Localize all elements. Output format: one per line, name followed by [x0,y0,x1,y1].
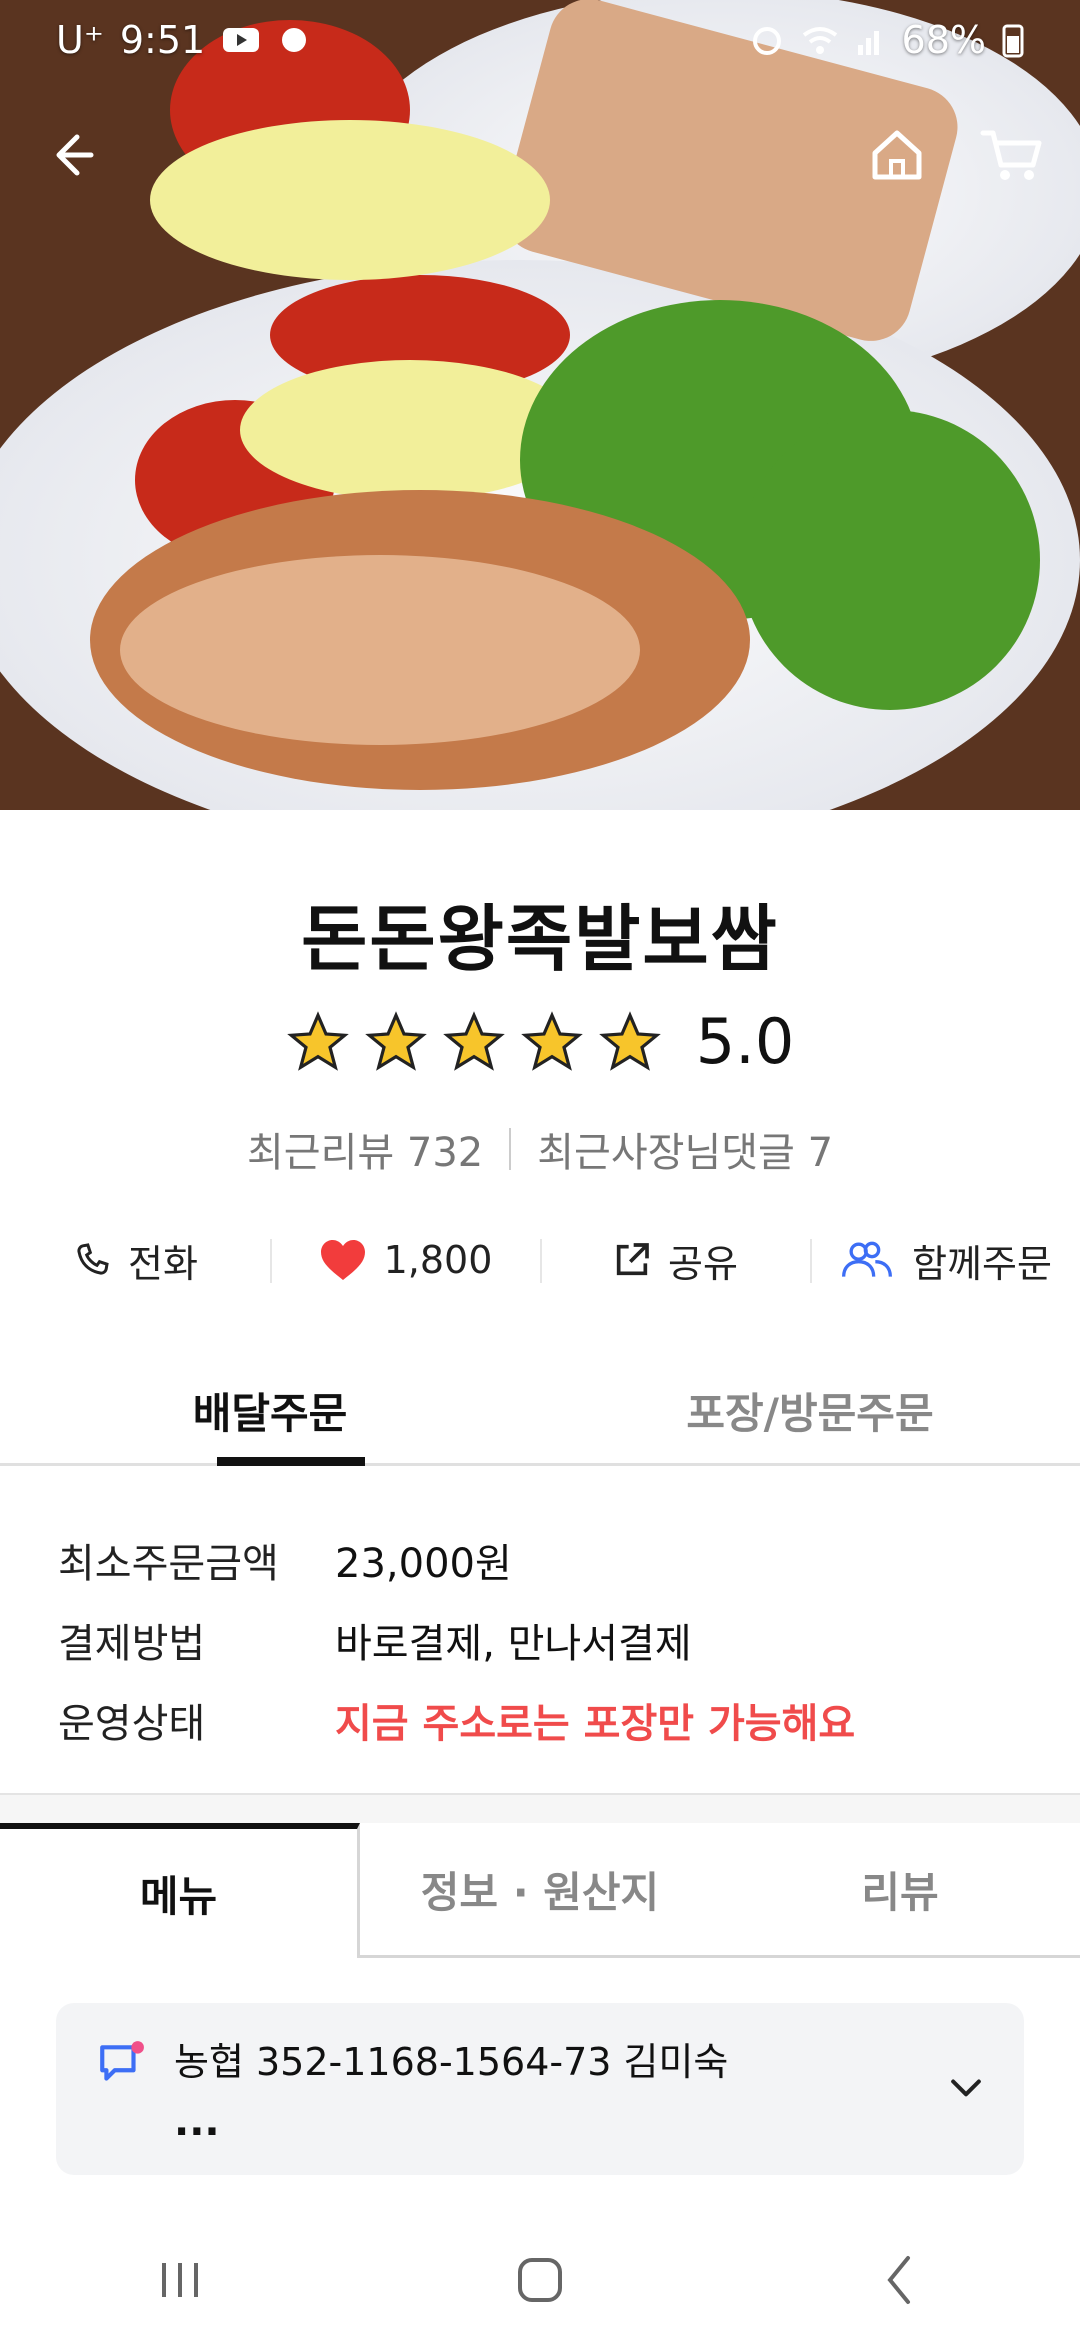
min-order-value: 23,000원 [335,1541,512,1587]
home-nav-button[interactable] [510,2250,570,2310]
payment-label: 결제방법 [58,1621,206,1667]
star-icon [442,1010,505,1071]
group-icon [842,1241,893,1277]
signal-icon [857,31,879,55]
like-button[interactable]: 1,800 [270,1225,540,1295]
carrier-label: U⁺ [56,18,104,62]
tab-pickup[interactable]: 포장/방문주문 [540,1370,1080,1463]
status-label: 운영상태 [58,1701,206,1747]
system-nav-bar [0,2220,1080,2340]
share-icon [616,1243,649,1276]
order-type-tabs: 배달주문 포장/방문주문 [0,1370,1080,1466]
share-button[interactable]: 공유 [540,1225,810,1295]
arrow-left-icon [56,134,94,176]
clock: 9:51 [119,18,206,62]
store-name: 돈돈왕족발보쌈 [301,897,779,981]
back-nav-button[interactable] [870,2250,930,2310]
notice-chat-icon [100,2041,144,2081]
notice-ellipsis: ... [174,2099,220,2145]
tab-menu[interactable]: 메뉴 [0,1823,360,1958]
app-notification-icon [282,28,307,52]
min-order-label: 최소주문금액 [58,1541,279,1587]
group-order-button[interactable]: 함께주문 [810,1225,1080,1295]
tab-delivery[interactable]: 배달주문 [0,1370,540,1466]
status-row: 운영상태 지금 주소로는 포장만 가능해요 [58,1680,1038,1760]
payment-row: 결제방법 바로결제, 만나서결제 [58,1600,1038,1680]
heart-icon [320,1240,365,1280]
call-button[interactable]: 전화 [0,1225,270,1295]
youtube-icon [223,28,260,52]
tab-reviews[interactable]: 리뷰 [720,1823,1080,1958]
divider [509,1128,512,1170]
home-icon [872,130,922,180]
status-bar: U⁺ 9:51 68% [0,0,1080,80]
back-button[interactable] [26,110,116,200]
group-order-label: 함께주문 [912,1241,1052,1286]
payment-value: 바로결제, 만나서결제 [335,1621,692,1667]
store-info: 최소주문금액 23,000원 결제방법 바로결제, 만나서결제 운영상태 지금 … [58,1520,1038,1760]
wifi-icon [802,27,837,54]
phone-icon [77,1243,109,1275]
rating-row: 5.0 [0,1005,1080,1078]
notice-text: 농협 352-1168-1564-73 김미숙 [174,2040,729,2084]
owner-replies-link[interactable]: 최근사장님댓글 7 [537,1120,833,1178]
cart-icon [980,130,1042,180]
owner-notice[interactable]: 농협 352-1168-1564-73 김미숙 ... [56,2003,1024,2175]
chevron-down-icon[interactable] [944,2065,988,2109]
min-order-row: 최소주문금액 23,000원 [58,1520,1038,1600]
recent-apps-button[interactable] [150,2255,210,2305]
section-divider [0,1793,1080,1823]
rating-value: 5.0 [695,1005,795,1078]
battery-icon [1002,24,1024,58]
star-icon [520,1010,583,1071]
review-summary: 최근리뷰 732 최근사장님댓글 7 [0,1120,1080,1178]
like-count: 1,800 [383,1238,493,1282]
share-label: 공유 [668,1241,738,1286]
action-bar: 전화 1,800 공유 함께주문 [0,1225,1080,1295]
star-icon [364,1010,427,1071]
status-value: 지금 주소로는 포장만 가능해요 [335,1701,856,1747]
home-button[interactable] [852,110,942,200]
battery-percent: 68% [901,18,986,62]
star-icon [598,1010,661,1071]
tab-info-origin[interactable]: 정보 · 원산지 [360,1823,720,1958]
star-icon [286,1010,349,1071]
recent-reviews-link[interactable]: 최근리뷰 732 [247,1120,483,1178]
alarm-icon [752,27,781,55]
call-label: 전화 [128,1241,198,1286]
cart-button[interactable] [966,110,1056,200]
content-tabs: 메뉴 정보 · 원산지 리뷰 [0,1823,1080,1958]
